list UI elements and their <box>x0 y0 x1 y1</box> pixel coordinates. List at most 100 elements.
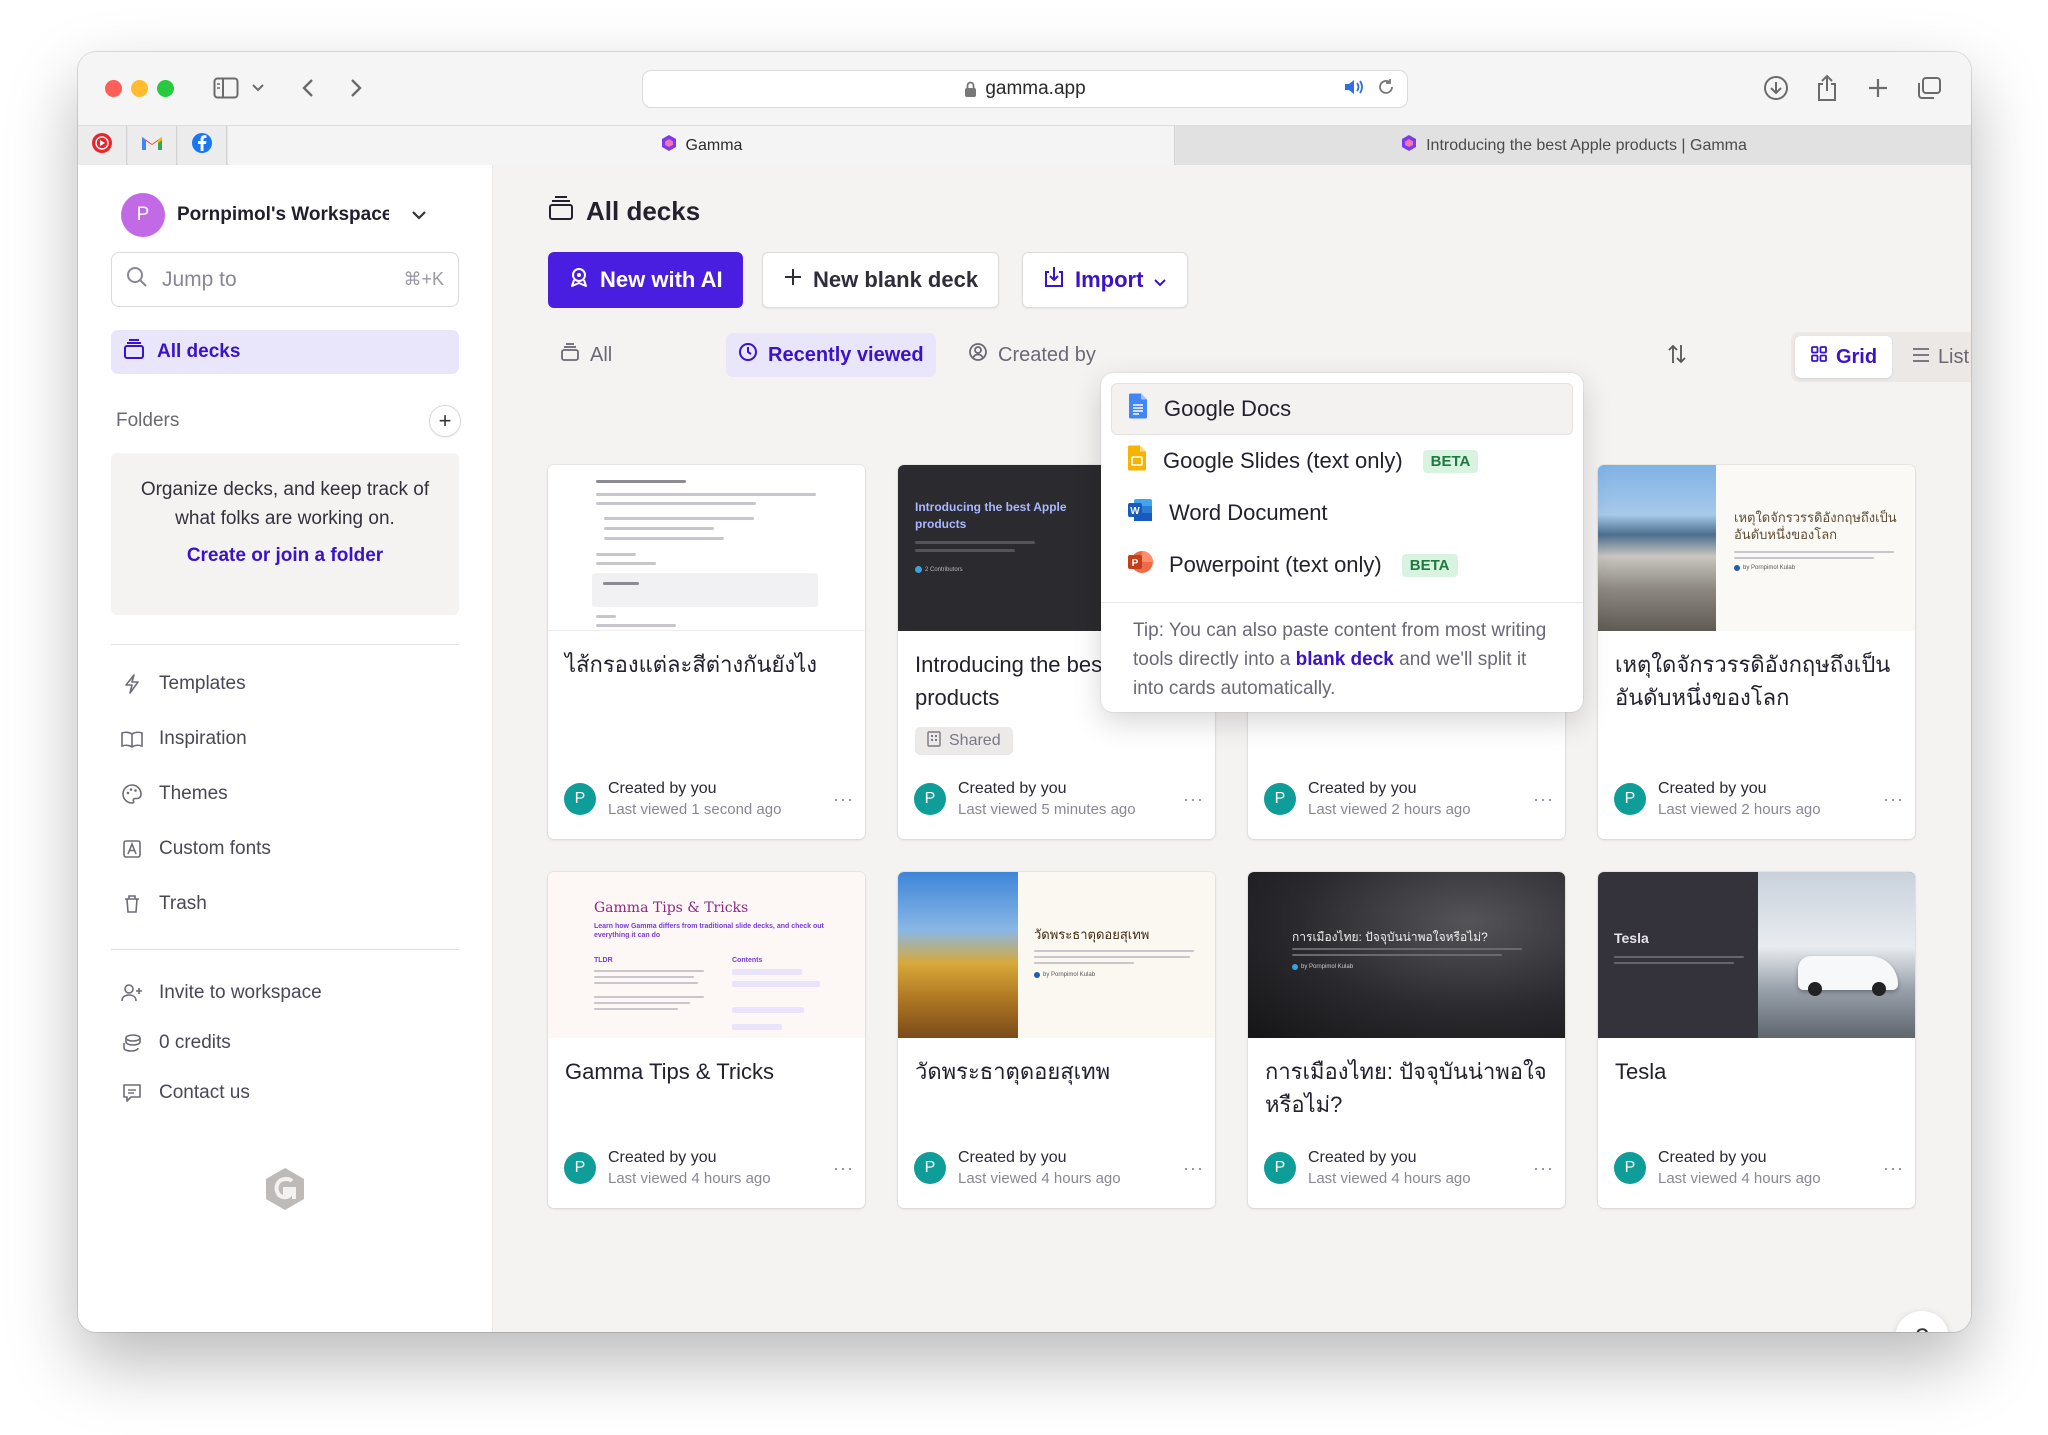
thumb-title: การเมืองไทย: ปัจจุบันน่าพอใจหรือไม่? <box>1292 930 1488 944</box>
nav-invite[interactable]: Invite to workspace <box>121 976 322 1010</box>
view-list-button[interactable]: List <box>1892 336 1971 378</box>
thumb-title: Tesla <box>1614 930 1649 946</box>
back-icon[interactable] <box>296 72 320 104</box>
deck-card[interactable]: การเมืองไทย: ปัจจุบันน่าพอใจหรือไม่? by … <box>1248 872 1565 1208</box>
address-bar[interactable]: gamma.app <box>642 70 1408 108</box>
jump-to-search[interactable]: Jump to ⌘+K <box>111 252 459 307</box>
filter-created-by[interactable]: Created by <box>956 333 1108 377</box>
more-options-icon[interactable]: ··· <box>1883 789 1904 810</box>
deck-last-viewed: Last viewed 4 hours ago <box>1308 1170 1471 1187</box>
deck-created-by: Created by you <box>958 1149 1067 1166</box>
view-grid-button[interactable]: Grid <box>1795 336 1892 378</box>
tab-apple-products[interactable]: Introducing the best Apple products | Ga… <box>1176 126 1971 165</box>
deck-footer: P Created by you Last viewed 2 hours ago… <box>1264 777 1554 821</box>
thumb-contents: Contents <box>732 957 763 964</box>
blank-deck-link[interactable]: blank deck <box>1296 649 1394 670</box>
more-options-icon[interactable]: ··· <box>1183 1158 1204 1179</box>
import-google-slides[interactable]: Google Slides (text only) BETA <box>1111 435 1573 487</box>
import-powerpoint[interactable]: P Powerpoint (text only) BETA <box>1111 539 1573 591</box>
nav-all-decks[interactable]: All decks <box>111 330 459 374</box>
filter-all[interactable]: All <box>548 333 624 377</box>
gamma-favicon-icon <box>660 134 678 157</box>
chevron-down-icon[interactable] <box>248 72 268 104</box>
powerpoint-icon: P <box>1127 550 1153 580</box>
reload-icon[interactable] <box>1377 78 1395 102</box>
import-button[interactable]: Import <box>1022 252 1189 308</box>
deck-title: Tesla <box>1615 1059 1667 1084</box>
add-folder-button[interactable]: + <box>429 405 461 437</box>
filter-recently-viewed-label: Recently viewed <box>768 343 924 366</box>
lock-icon <box>964 81 977 98</box>
import-word-document[interactable]: W Word Document <box>1111 487 1573 539</box>
deck-thumbnail <box>548 465 865 631</box>
more-options-icon[interactable]: ··· <box>833 1158 854 1179</box>
nav-contact[interactable]: Contact us <box>121 1076 250 1110</box>
tab-overview-icon[interactable] <box>1914 72 1944 104</box>
more-options-icon[interactable]: ··· <box>833 789 854 810</box>
pinned-tab-facebook[interactable] <box>178 126 227 165</box>
sort-icon[interactable] <box>1667 343 1687 365</box>
nav-custom-fonts[interactable]: Custom fonts <box>121 832 271 866</box>
shared-badge: Shared <box>915 727 1013 755</box>
more-options-icon[interactable]: ··· <box>1883 1158 1904 1179</box>
forward-icon[interactable] <box>344 72 368 104</box>
font-icon <box>121 839 143 859</box>
nav-inspiration[interactable]: Inspiration <box>121 722 247 756</box>
deck-card[interactable]: Gamma Tips & Tricks Learn how Gamma diff… <box>548 872 865 1208</box>
close-window-button[interactable] <box>105 80 122 97</box>
tab-gamma[interactable]: Gamma <box>228 126 1175 165</box>
nav-templates[interactable]: Templates <box>121 667 246 701</box>
ai-sparkle-icon <box>568 266 590 294</box>
downloads-icon[interactable] <box>1761 72 1791 104</box>
import-option-label: Google Docs <box>1164 396 1292 421</box>
pinned-tab-youtube[interactable] <box>78 126 127 165</box>
deck-card[interactable]: เหตุใดจักรวรรดิอังกฤษถึงเป็นอันดับหนึ่งข… <box>1598 465 1915 839</box>
deck-meta: Created by you Last viewed 4 hours ago <box>958 1149 1183 1187</box>
import-option-label: Word Document <box>1169 500 1328 525</box>
deck-title: ไส้กรองแต่ละสีต่างกันยังไง <box>565 652 817 677</box>
deck-last-viewed: Last viewed 4 hours ago <box>1658 1170 1821 1187</box>
nav-inspiration-label: Inspiration <box>159 728 247 749</box>
workspace-avatar: P <box>121 193 165 237</box>
gmail-icon <box>140 134 164 157</box>
list-icon <box>1912 346 1930 369</box>
help-button[interactable]: ? <box>1895 1311 1949 1332</box>
tab-bar: Gamma Introducing the best Apple product… <box>78 125 1971 165</box>
deck-created-by: Created by you <box>1658 780 1767 797</box>
deck-footer: P Created by you Last viewed 4 hours ago… <box>914 1146 1204 1190</box>
deck-card[interactable]: วัดพระธาตุดอยสุเทพ by Pornpimol Kulab วั… <box>898 872 1215 1208</box>
create-folder-link[interactable]: Create or join a folder <box>111 545 459 567</box>
deck-meta: Created by you Last viewed 2 hours ago <box>1308 780 1533 818</box>
nav-credits[interactable]: 0 credits <box>121 1026 231 1060</box>
nav-credits-label: 0 credits <box>159 1032 231 1053</box>
thumb-author: by Pornpimol Kulab <box>1292 964 1353 970</box>
import-google-docs[interactable]: Google Docs <box>1111 383 1573 435</box>
deck-footer: P Created by you Last viewed 4 hours ago… <box>1614 1146 1904 1190</box>
more-options-icon[interactable]: ··· <box>1533 789 1554 810</box>
nav-themes[interactable]: Themes <box>121 777 228 811</box>
browser-window: gamma.app Gamma Introducing the best App… <box>78 52 1971 1332</box>
more-options-icon[interactable]: ··· <box>1183 789 1204 810</box>
more-options-icon[interactable]: ··· <box>1533 1158 1554 1179</box>
sidebar-divider <box>111 644 459 645</box>
thumb-photo <box>1758 872 1915 1038</box>
sidebar-toggle-icon[interactable] <box>210 72 242 104</box>
tab-label: Gamma <box>685 136 743 154</box>
filter-recently-viewed[interactable]: Recently viewed <box>726 333 936 377</box>
zoom-window-button[interactable] <box>157 80 174 97</box>
deck-card[interactable]: Tesla Tesla P Created by you Last viewed… <box>1598 872 1915 1208</box>
new-with-ai-button[interactable]: New with AI <box>548 252 743 308</box>
deck-card[interactable]: ไส้กรองแต่ละสีต่างกันยังไง P Created by … <box>548 465 865 839</box>
folders-header: Folders + <box>116 405 461 437</box>
import-option-label: Powerpoint (text only) <box>1169 552 1382 577</box>
new-tab-icon[interactable] <box>1863 72 1893 104</box>
workspace-switcher[interactable]: P Pornpimol's Workspace <box>121 193 473 237</box>
minimize-window-button[interactable] <box>131 80 148 97</box>
new-blank-deck-button[interactable]: New blank deck <box>762 252 1000 308</box>
speaker-icon[interactable] <box>1343 78 1365 102</box>
deck-meta: Created by you Last viewed 2 hours ago <box>1658 780 1883 818</box>
share-icon[interactable] <box>1812 72 1842 104</box>
nav-trash[interactable]: Trash <box>121 887 207 921</box>
pinned-tab-gmail[interactable] <box>128 126 177 165</box>
nav-trash-label: Trash <box>159 893 207 914</box>
